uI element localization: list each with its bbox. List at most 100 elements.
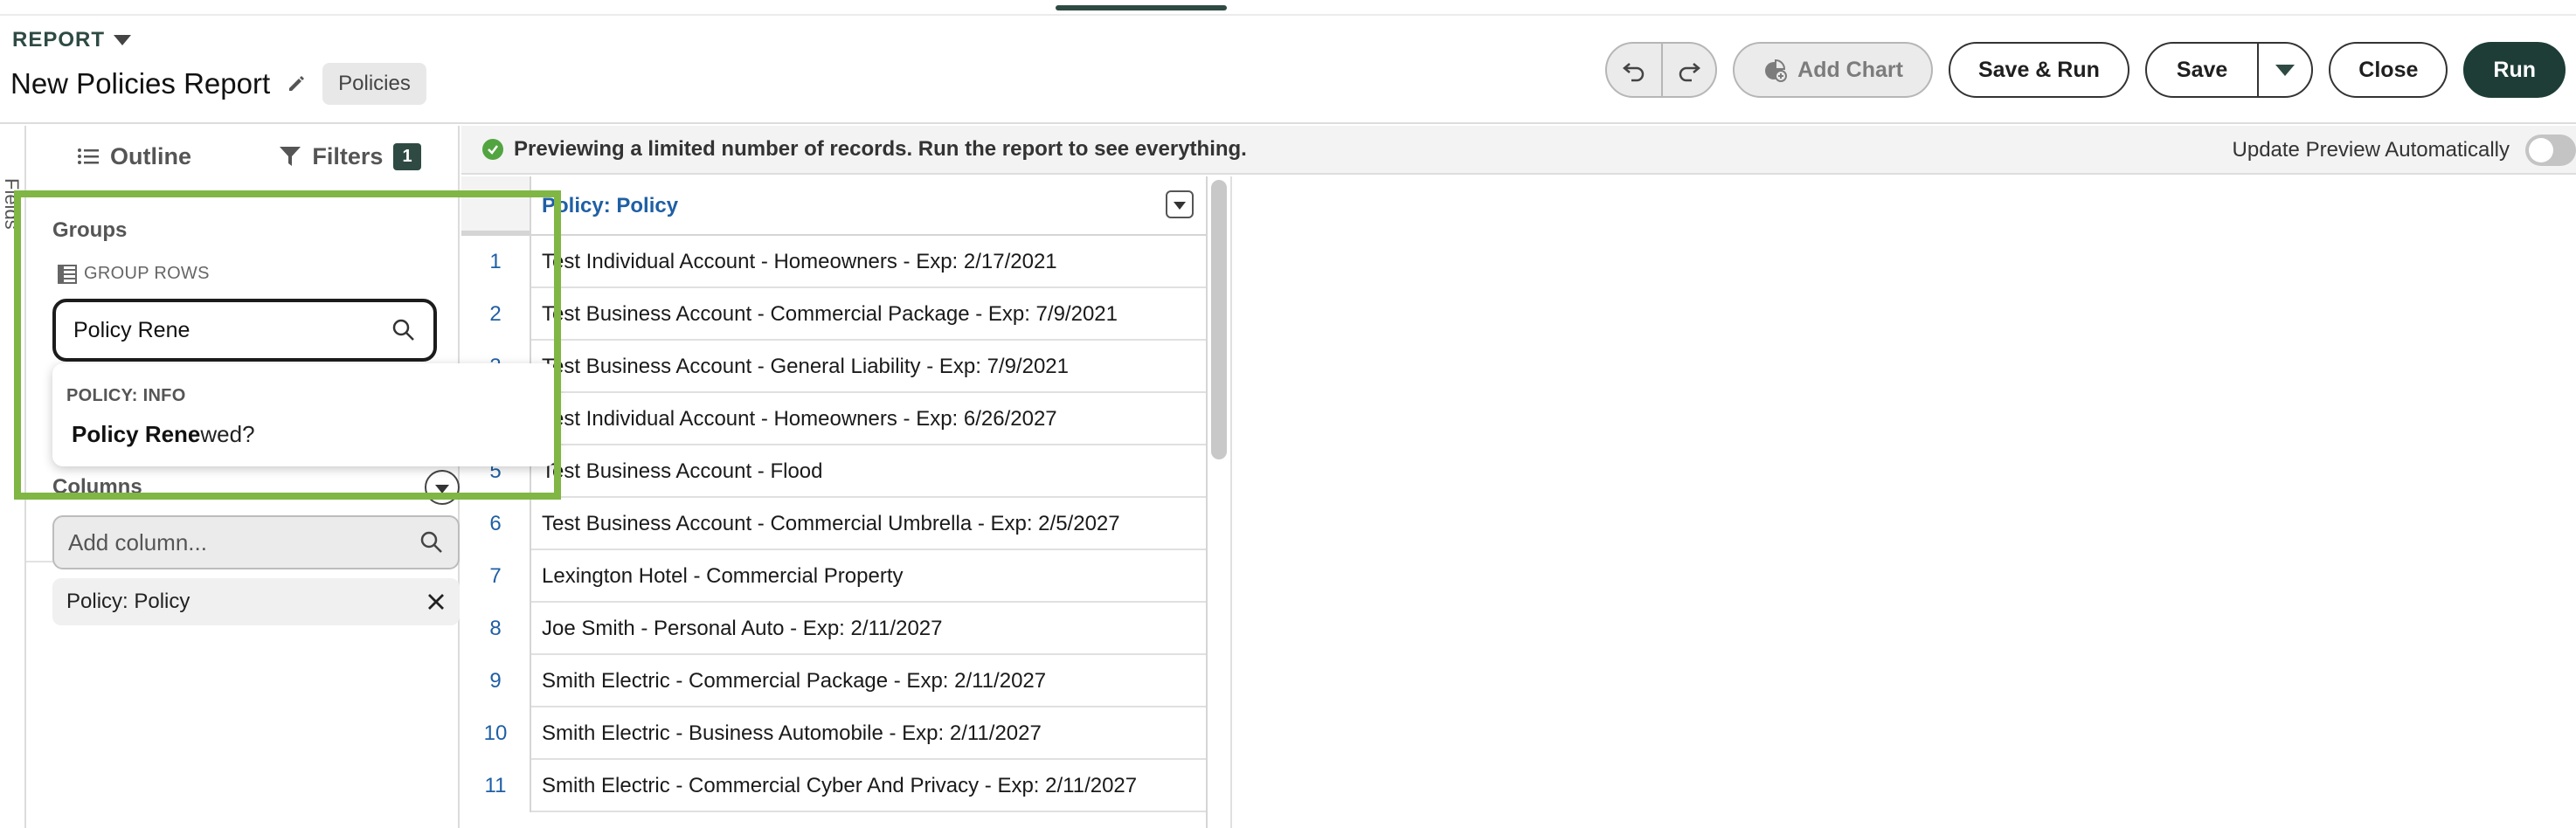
tab-filters[interactable]: Filters 1	[242, 126, 458, 187]
report-type-badge: Policies	[322, 63, 426, 105]
tab-outline-label: Outline	[110, 142, 191, 169]
run-button[interactable]: Run	[2463, 42, 2566, 98]
row-number: 6	[461, 498, 531, 550]
row-number: 10	[461, 707, 531, 760]
suggestion-match-text: Policy Rene	[72, 421, 201, 447]
preview-banner: Previewing a limited number of records. …	[461, 126, 2576, 175]
fields-rail-label: Fields	[1, 178, 23, 230]
policy-cell: Test Individual Account - Homeowners - E…	[542, 250, 1057, 273]
group-rows-text: GROUP ROWS	[84, 264, 210, 283]
add-chart-button[interactable]: Add Chart	[1733, 42, 1933, 98]
table-row[interactable]: 6 Test Business Account - Commercial Umbr…	[461, 498, 1206, 550]
suggestion-policy-renewed[interactable]: Policy Renewed?	[72, 421, 255, 448]
toggle-knob	[2529, 138, 2553, 162]
group-rows-label: GROUP ROWS	[58, 264, 210, 284]
table-row[interactable]: 7 Lexington Hotel - Commercial Property	[461, 550, 1206, 603]
group-rows-search-value: Policy Rene	[73, 317, 190, 342]
column-header-policy[interactable]: Policy: Policy	[542, 194, 678, 218]
search-icon	[392, 319, 414, 341]
close-icon[interactable]	[426, 592, 446, 611]
fields-rail[interactable]: Fields	[0, 126, 26, 828]
search-icon	[420, 531, 442, 553]
row-number: 1	[461, 236, 531, 288]
active-tab-indicator	[1056, 5, 1227, 10]
chevron-down-icon	[1174, 202, 1186, 210]
title-row: New Policies Report Policies	[10, 63, 426, 105]
pencil-icon[interactable]	[286, 73, 307, 94]
add-column-input[interactable]: Add column...	[52, 515, 460, 569]
filters-count-badge: 1	[393, 142, 421, 170]
suggestion-rest-text: wed?	[200, 421, 255, 447]
table-row[interactable]: 3Test Business Account - General Liabili…	[461, 341, 1206, 393]
row-number: 2	[461, 288, 531, 341]
policy-cell: Joe Smith - Personal Auto - Exp: 2/11/20…	[542, 617, 943, 640]
chart-icon	[1765, 59, 1788, 82]
row-number: 9	[461, 655, 531, 707]
top-strip	[0, 0, 2576, 16]
preview-grid: Policy: Policy 1 Test Individual Account …	[461, 176, 1208, 828]
row-number: 8	[461, 603, 531, 655]
list-icon	[78, 148, 99, 164]
row-number: 7	[461, 550, 531, 603]
undo-button[interactable]	[1607, 44, 1661, 96]
outline-panel: Outline Filters 1 Groups GROUP ROWS Poli…	[26, 126, 556, 828]
add-chart-label: Add Chart	[1797, 57, 1903, 82]
auto-update-label: Update Preview Automatically	[2232, 138, 2510, 162]
check-circle-icon	[482, 139, 503, 160]
table-row[interactable]: 10 Smith Electric - Business Automobile -…	[461, 707, 1206, 760]
save-split-button: Save	[2144, 42, 2314, 98]
column-chip[interactable]: Policy: Policy	[52, 578, 460, 625]
table-row[interactable]: 5 Test Business Account - Flood	[461, 445, 1206, 498]
row-number: 11	[461, 760, 531, 812]
suggestion-category: POLICY: INFO	[66, 386, 186, 405]
table-row[interactable]: 2 Test Business Account - Commercial Pack…	[461, 288, 1206, 341]
table-row[interactable]: 1 Test Individual Account - Homeowners - …	[461, 236, 1206, 288]
grid-rows: 1 Test Individual Account - Homeowners - …	[461, 236, 1206, 812]
policy-cell: Test Business Account - Commercial Umbre…	[542, 512, 1120, 535]
policy-cell: Test Business Account - Flood	[542, 459, 823, 483]
column-chip-label: Policy: Policy	[66, 590, 190, 613]
save-and-run-button[interactable]: Save & Run	[1948, 42, 2129, 98]
tab-outline[interactable]: Outline	[26, 126, 242, 187]
report-header: REPORT New Policies Report Policies Add …	[0, 16, 2576, 124]
columns-menu-button[interactable]	[425, 470, 460, 505]
policy-cell: Smith Electric - Commercial Package - Ex…	[542, 669, 1047, 693]
policy-cell: Test Individual Account - Homeowners - E…	[542, 407, 1057, 431]
undo-redo-group	[1605, 42, 1718, 98]
report-type-menu[interactable]: REPORT	[12, 28, 132, 52]
auto-update-toggle[interactable]	[2525, 135, 2576, 166]
columns-title: Columns	[52, 475, 142, 499]
row-number-header	[461, 176, 531, 236]
policy-cell: Smith Electric - Business Automobile - E…	[542, 721, 1042, 745]
groups-title: Groups	[52, 218, 128, 242]
table-rows-icon	[58, 264, 77, 284]
table-row[interactable]: 9 Smith Electric - Commercial Package - E…	[461, 655, 1206, 707]
policy-cell: Lexington Hotel - Commercial Property	[542, 564, 904, 588]
close-button[interactable]: Close	[2329, 42, 2448, 98]
tab-filters-label: Filters	[312, 142, 384, 169]
columns-header: Columns	[52, 470, 460, 505]
caret-down-icon	[2275, 64, 2296, 76]
table-row[interactable]: 8 Joe Smith - Personal Auto - Exp: 2/11/2…	[461, 603, 1206, 655]
auto-update-control: Update Preview Automatically	[2233, 135, 2576, 166]
preview-message: Previewing a limited number of records. …	[514, 137, 1247, 161]
table-row[interactable]: 11 Smith Electric - Commercial Cyber And …	[461, 760, 1206, 812]
filter-icon	[280, 147, 301, 166]
redo-button[interactable]	[1661, 44, 1715, 96]
policy-cell: Test Business Account - General Liabilit…	[542, 355, 1069, 378]
policy-cell: Test Business Account - Commercial Packa…	[542, 302, 1118, 326]
caret-down-icon	[114, 35, 132, 45]
column-menu-button[interactable]	[1166, 190, 1194, 218]
save-button[interactable]: Save	[2147, 44, 2257, 96]
grid-scrollbar[interactable]	[1211, 180, 1227, 459]
chevron-down-icon	[435, 484, 449, 493]
policy-cell: Smith Electric - Commercial Cyber And Pr…	[542, 774, 1138, 797]
page-title: New Policies Report	[10, 67, 271, 100]
save-options-button[interactable]	[2257, 44, 2311, 96]
group-rows-search-input[interactable]: Policy Rene	[52, 299, 437, 362]
group-rows-suggestions: POLICY: INFO Policy Renewed?	[52, 363, 556, 466]
undo-icon	[1623, 63, 1645, 82]
add-column-placeholder: Add column...	[68, 528, 207, 555]
grid-header: Policy: Policy	[461, 176, 1206, 236]
table-row[interactable]: 4Test Individual Account - Homeowners - …	[461, 393, 1206, 445]
